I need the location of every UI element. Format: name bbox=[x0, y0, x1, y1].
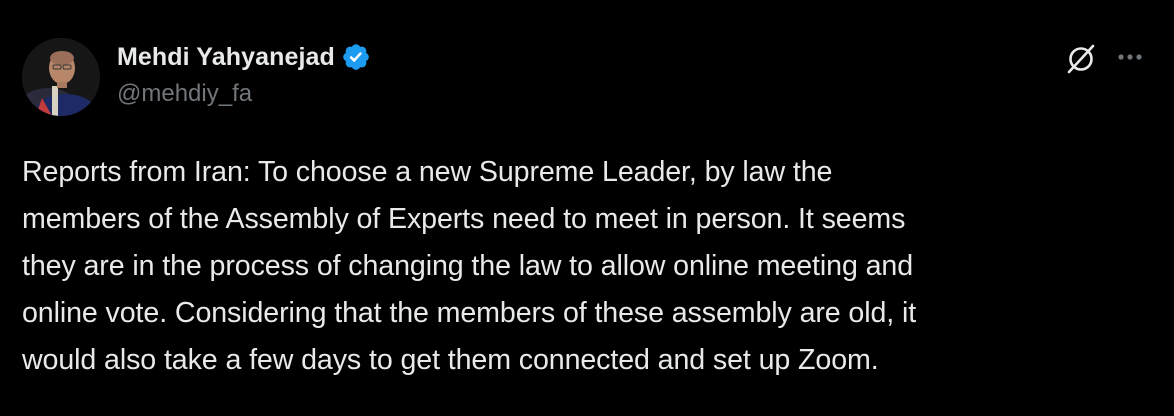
more-options-icon[interactable] bbox=[1112, 42, 1148, 72]
name-row: Mehdi Yahyanejad bbox=[117, 40, 371, 74]
display-name[interactable]: Mehdi Yahyanejad bbox=[117, 43, 335, 72]
verified-badge-icon bbox=[341, 42, 371, 72]
author-block: Mehdi Yahyanejad @mehdiy_fa bbox=[117, 40, 371, 108]
handle[interactable]: @mehdiy_fa bbox=[117, 80, 371, 108]
tweet-card: Mehdi Yahyanejad @mehdiy_fa Reports from… bbox=[0, 0, 1174, 416]
avatar[interactable] bbox=[22, 38, 100, 116]
tweet-text: Reports from Iran: To choose a new Supre… bbox=[22, 156, 917, 376]
grok-icon[interactable] bbox=[1064, 42, 1098, 76]
avatar-image bbox=[22, 38, 100, 116]
